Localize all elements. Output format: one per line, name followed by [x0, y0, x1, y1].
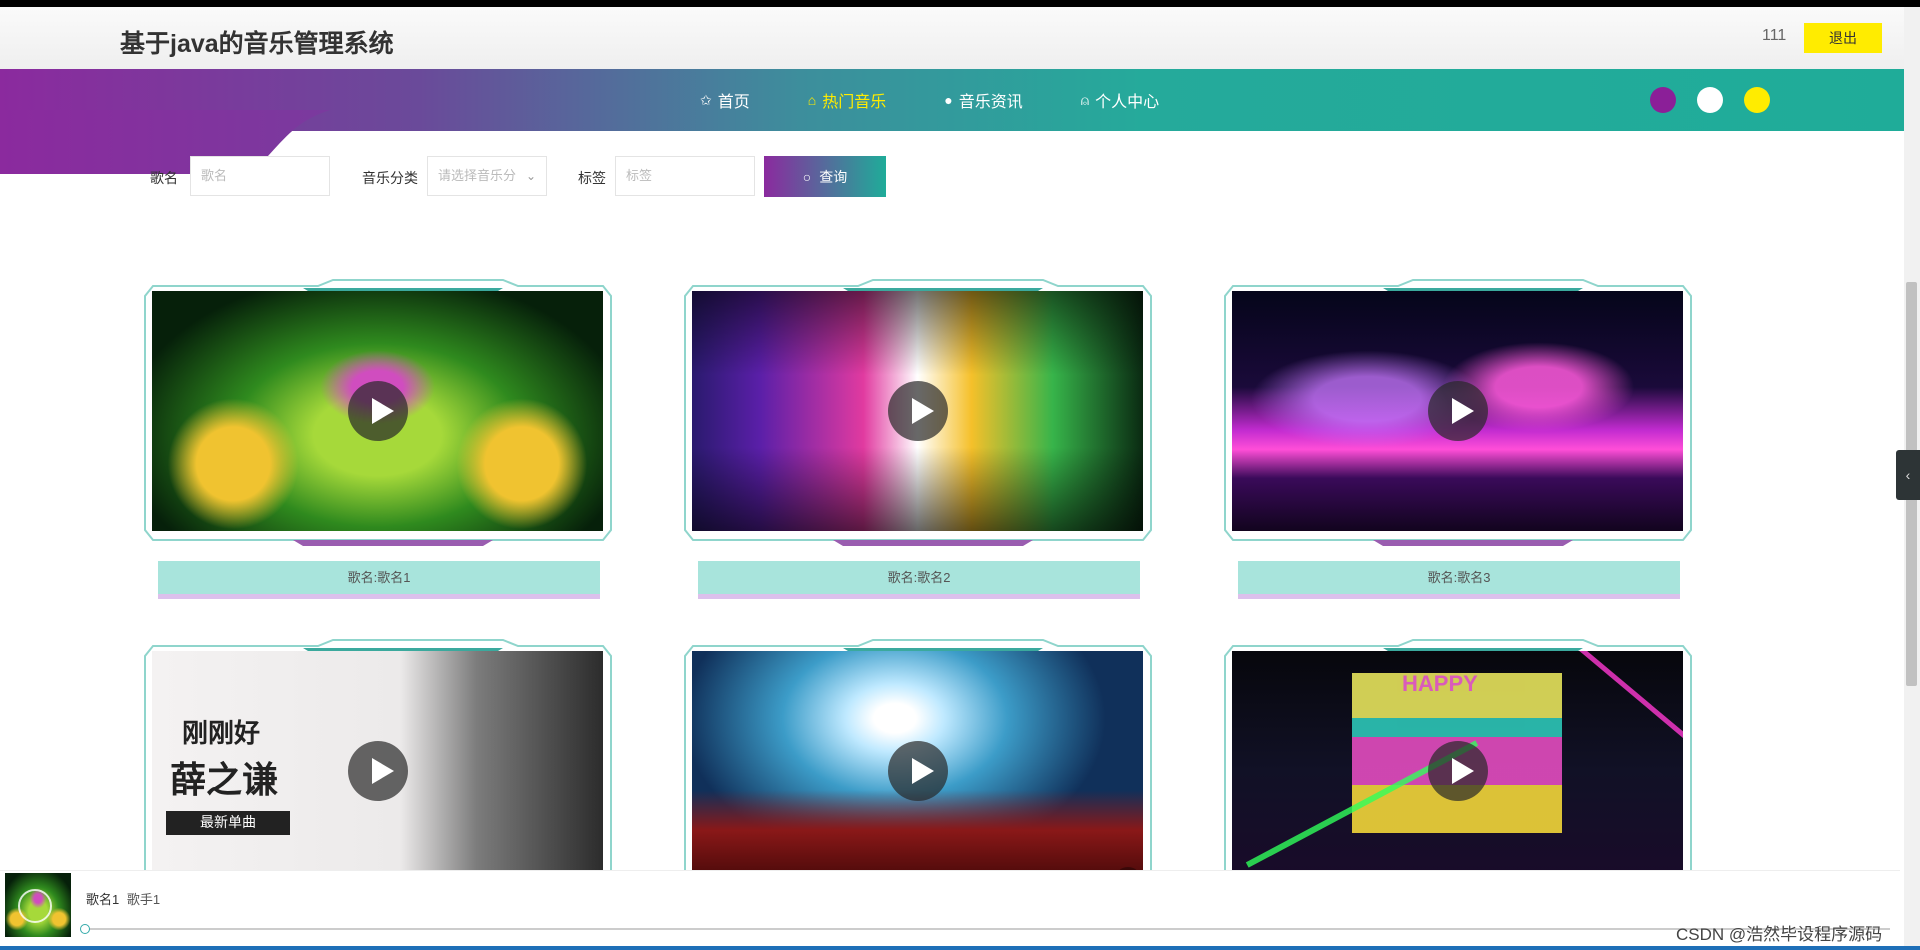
logout-button[interactable]: 退出 — [1804, 23, 1882, 53]
song-cover-image[interactable] — [152, 291, 603, 531]
song-cover-image[interactable]: HAPPY — [1232, 651, 1683, 891]
progress-knob[interactable] — [80, 924, 90, 934]
music-category-select[interactable]: 请选择音乐分 ⌄ — [427, 156, 547, 196]
nav-item-label: 个人中心 — [1095, 94, 1160, 111]
song-cover-image[interactable] — [1232, 291, 1683, 531]
play-icon[interactable] — [347, 381, 408, 441]
top-strip — [0, 0, 1920, 7]
song-caption: 歌名:歌名1 — [158, 561, 600, 599]
player-cover-image[interactable] — [5, 873, 71, 937]
search-bar: 歌名 歌名 音乐分类 请选择音乐分 ⌄ 标签 标签 ○ 查询 — [0, 156, 1000, 197]
username: 111 — [1762, 27, 1787, 44]
site-title: 基于java的音乐管理系统 — [120, 30, 394, 58]
tag-input[interactable]: 标签 — [615, 156, 755, 196]
cover-text-artist: 薛之谦 — [170, 759, 279, 801]
search-button[interactable]: ○ 查询 — [764, 156, 886, 197]
stage-word: HAPPY — [1402, 671, 1478, 696]
song-caption: 歌名:歌名2 — [698, 561, 1140, 599]
player-song-name: 歌名1 — [86, 892, 120, 907]
cover-text-title: 刚刚好 — [182, 719, 261, 749]
player-artist-name: 歌手1 — [126, 892, 161, 907]
song-name-label: 歌名 — [150, 170, 178, 186]
music-category-placeholder: 请选择音乐分 — [438, 168, 517, 183]
play-icon[interactable] — [18, 889, 52, 923]
chevron-left-icon: ‹ — [1905, 467, 1911, 483]
info-icon: ● — [944, 92, 953, 108]
user-icon: ⍝ — [1080, 91, 1090, 108]
watermark: CSDN @浩然毕设程序源码 — [1676, 925, 1883, 944]
chevron-down-icon: ⌄ — [525, 169, 536, 183]
song-cover-image[interactable]: 刚刚好 薛之谦 最新单曲 — [152, 651, 603, 891]
laser-beam — [1551, 651, 1683, 744]
bag-icon: ⌂ — [807, 92, 817, 108]
nav-item-label: 首页 — [717, 94, 750, 111]
search-icon: ○ — [802, 168, 812, 185]
play-icon[interactable] — [887, 381, 948, 441]
song-cover-image[interactable] — [692, 291, 1143, 531]
bottom-accent-line — [0, 946, 1920, 950]
app-window: 基于java的音乐管理系统 111 退出 ✩ 首页 ⌂ 热门音乐 ● 音乐资讯 … — [0, 0, 1920, 950]
play-icon[interactable] — [1427, 381, 1488, 441]
nav-item-hot-music[interactable]: ⌂ 热门音乐 — [808, 88, 886, 112]
nav-item-label: 热门音乐 — [822, 94, 887, 111]
song-caption: 歌名:歌名3 — [1238, 561, 1680, 599]
player-song-info: 歌名1 歌手1 — [86, 889, 160, 908]
tag-label: 标签 — [578, 170, 606, 186]
header: 基于java的音乐管理系统 111 退出 — [0, 7, 1904, 69]
collapse-tab[interactable]: ‹ — [1896, 450, 1920, 500]
play-icon[interactable] — [887, 741, 948, 801]
nav-item-label: 音乐资讯 — [958, 94, 1023, 111]
play-icon[interactable] — [347, 741, 408, 801]
music-player: 歌名1 歌手1 — [0, 870, 1900, 946]
nav-item-home[interactable]: ✩ 首页 — [700, 88, 750, 112]
song-cover-image[interactable] — [692, 651, 1143, 891]
nav-item-music-news[interactable]: ● 音乐资讯 — [944, 88, 1022, 112]
search-button-label: 查询 — [819, 168, 848, 185]
song-name-input[interactable]: 歌名 — [190, 156, 330, 196]
nav-item-personal-center[interactable]: ⍝ 个人中心 — [1081, 88, 1159, 112]
cover-text-tag: 最新单曲 — [166, 811, 290, 835]
progress-bar[interactable] — [84, 928, 1890, 930]
star-icon: ✩ — [700, 91, 712, 108]
music-category-label: 音乐分类 — [362, 170, 418, 186]
play-icon[interactable] — [1427, 741, 1488, 801]
